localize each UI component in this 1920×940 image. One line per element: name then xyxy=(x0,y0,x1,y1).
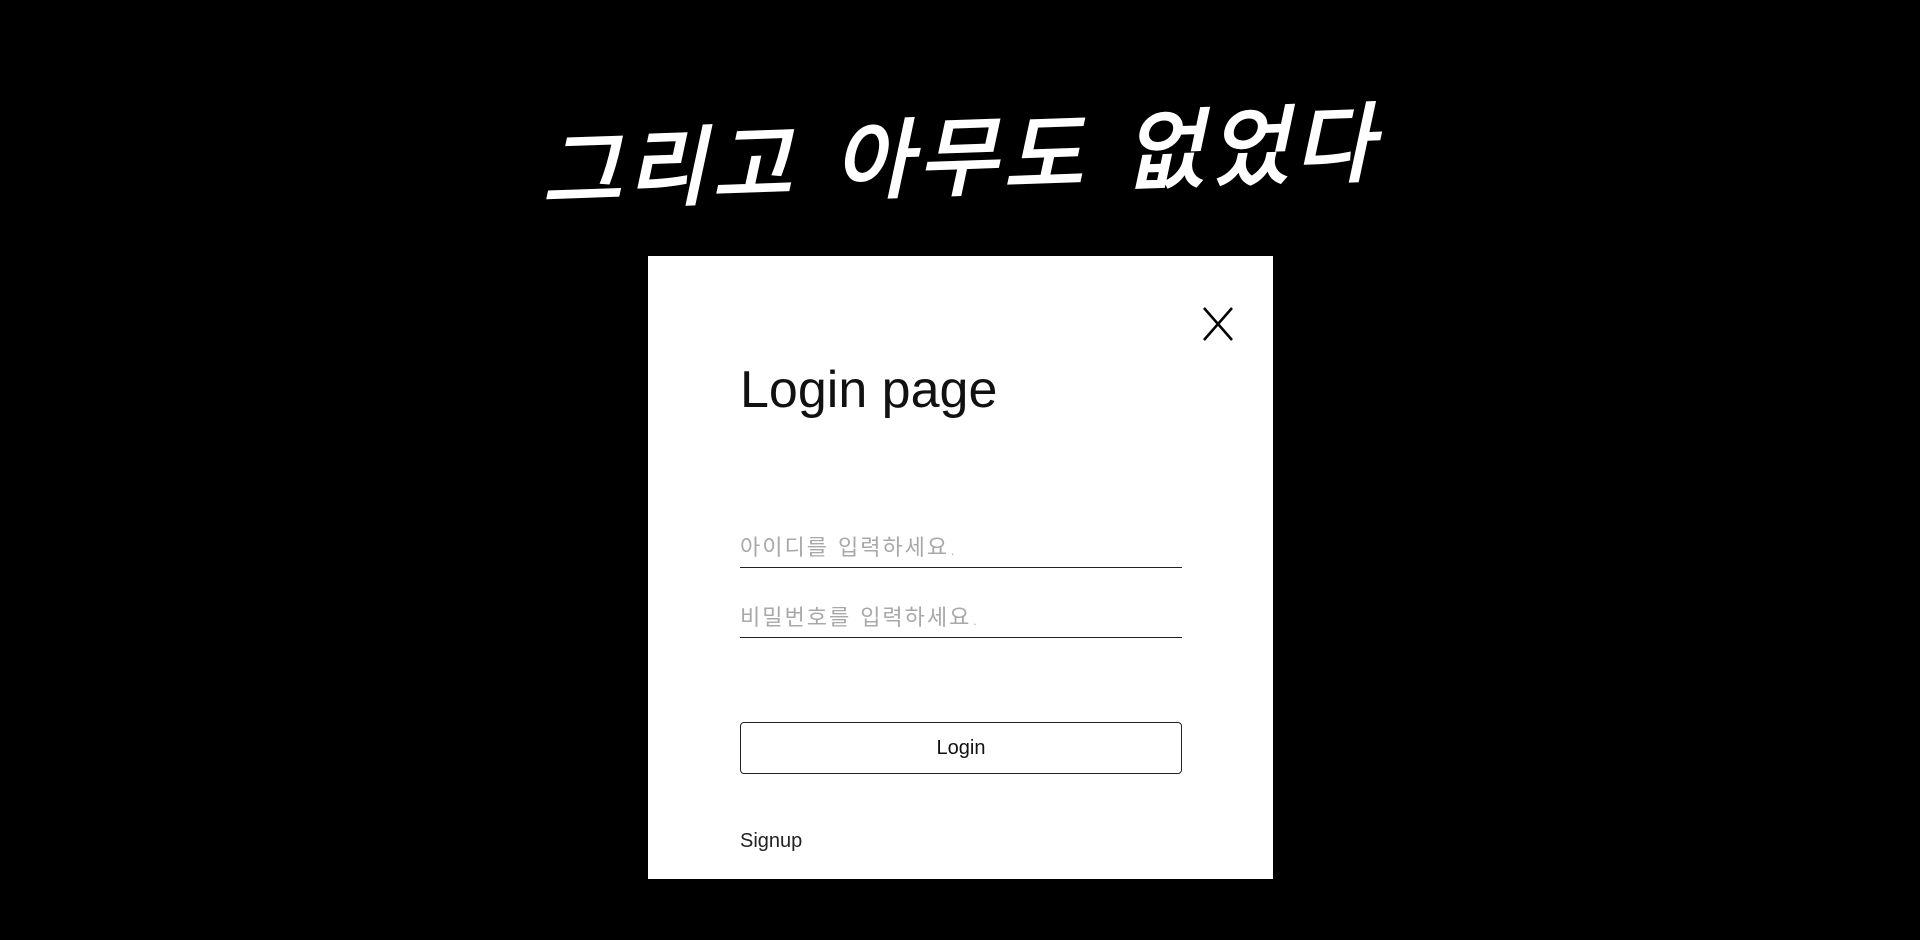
login-modal: Login page Login Signup xyxy=(648,256,1273,879)
login-button[interactable]: Login xyxy=(740,722,1182,774)
id-input[interactable] xyxy=(740,536,1182,568)
password-input[interactable] xyxy=(740,606,1182,638)
close-icon xyxy=(1203,307,1233,341)
close-button[interactable] xyxy=(1202,306,1234,342)
page-title: Login page xyxy=(740,361,998,419)
signup-link[interactable]: Signup xyxy=(740,830,802,853)
site-title: 그리고 아무도 없었다 xyxy=(539,93,1381,224)
